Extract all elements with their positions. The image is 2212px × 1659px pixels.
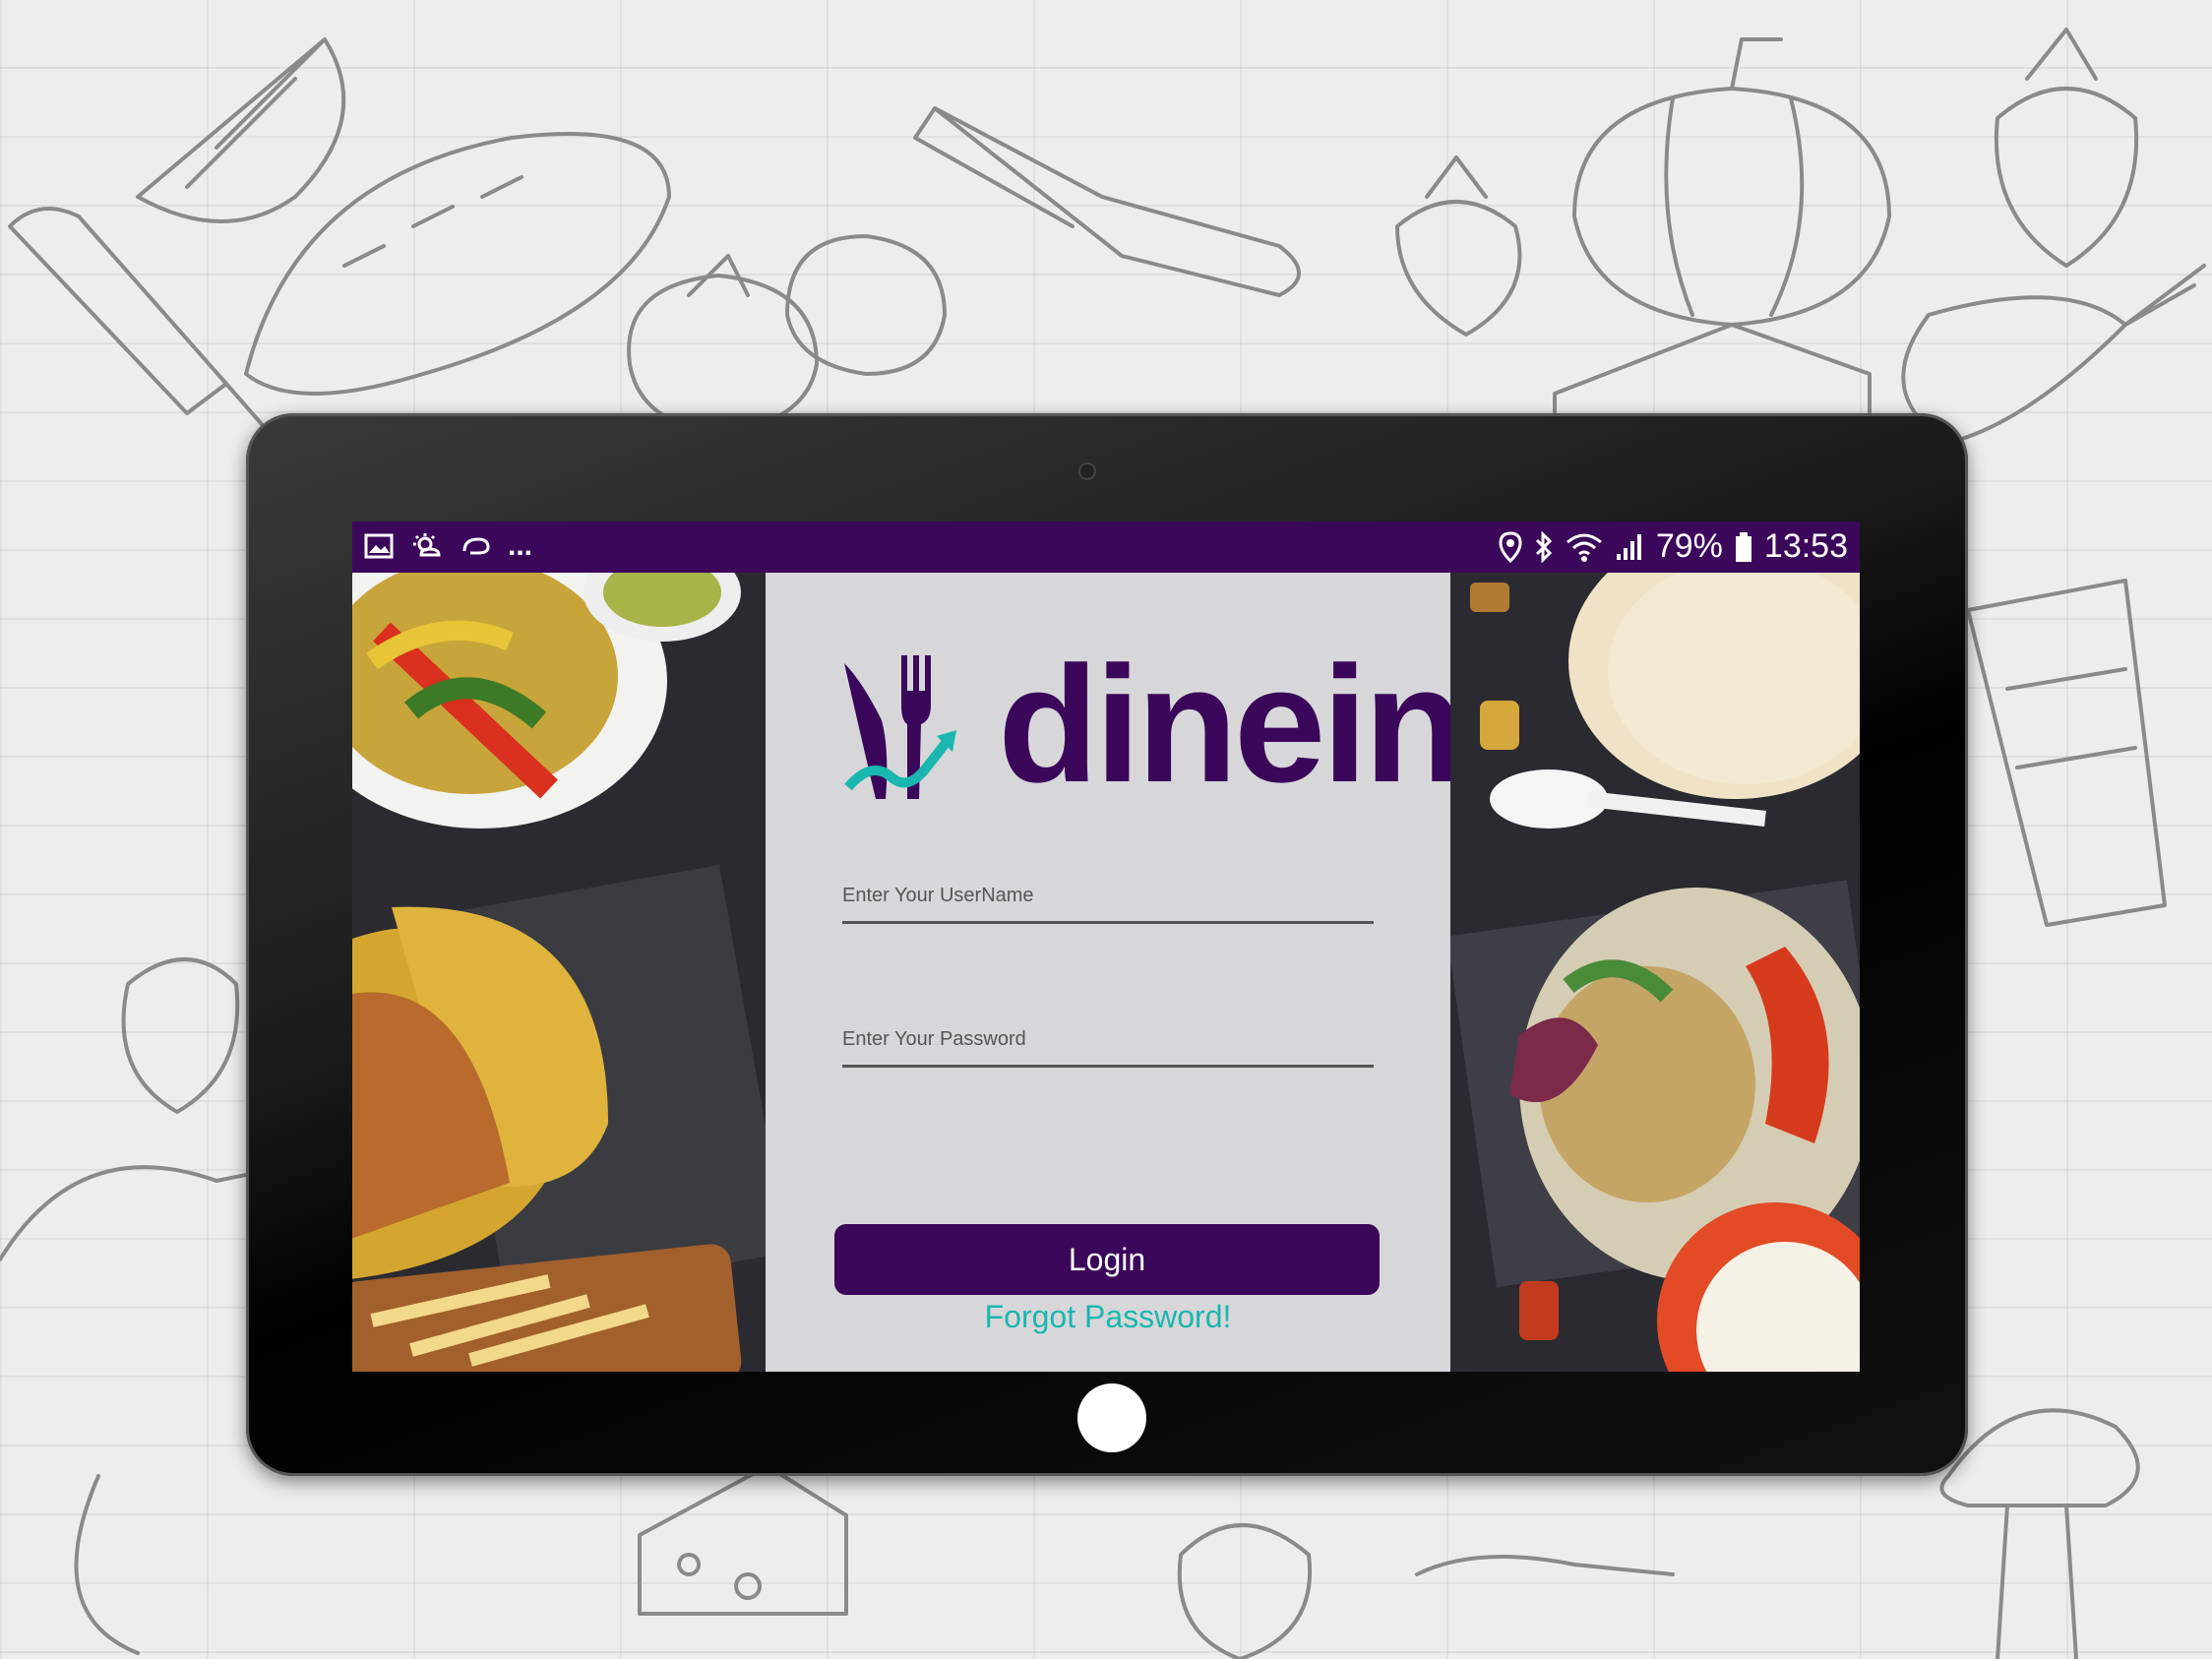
strawberry-doodle-5 [1177, 1523, 1313, 1659]
strawberry-doodle-3 [1994, 28, 2139, 268]
food-photo-left [352, 573, 766, 1372]
image-icon [364, 533, 394, 559]
login-button[interactable]: Login [834, 1224, 1380, 1295]
food-photo-right [1450, 573, 1860, 1372]
status-overflow: ... [508, 529, 533, 562]
wifi-icon [1566, 533, 1602, 562]
username-field[interactable] [842, 876, 1374, 924]
spatula-doodle [913, 106, 1301, 297]
password-input[interactable] [842, 1019, 1374, 1059]
username-input[interactable] [842, 876, 1374, 915]
whisk-doodle [1966, 579, 2167, 927]
status-time: 13:53 [1763, 527, 1848, 565]
home-button[interactable] [1077, 1383, 1146, 1452]
app-logo: dinein [842, 632, 1465, 819]
status-bar: ... 79% 13:53 [352, 522, 1860, 573]
tablet-screen: ... 79% 13:53 dinein Enter Your UserName… [352, 522, 1860, 1372]
cheese-doodle-2 [638, 1464, 848, 1616]
sync-icon [462, 537, 490, 555]
cutlery-icon [844, 655, 956, 799]
tomato-doodle-2 [785, 234, 947, 376]
location-icon [1499, 530, 1522, 563]
bread-doodle [244, 132, 671, 396]
strawberry-doodle [1395, 155, 1522, 337]
strawberry-doodle-4 [121, 957, 240, 1114]
forgot-password-link[interactable]: Forgot Password! [766, 1299, 1450, 1335]
knife-doodle-2 [1415, 1555, 1675, 1576]
mushroom-doodle [1939, 1408, 2140, 1659]
carrot-doodle [1901, 264, 2206, 445]
knife-doodle [8, 207, 297, 464]
lemon-doodle [136, 37, 346, 223]
weather-icon [413, 533, 441, 557]
app-logo-text: dinein [998, 632, 1465, 817]
bluetooth-icon [1535, 530, 1552, 563]
signal-icon [1616, 533, 1641, 560]
login-panel: dinein Login Forgot Password! [766, 573, 1465, 1372]
pumpkin-doodle [1572, 37, 1891, 327]
password-field[interactable] [842, 1019, 1374, 1068]
sensor-icon [1118, 468, 1126, 476]
tomato-doodle [627, 254, 819, 435]
camera-icon [1080, 464, 1094, 478]
battery-icon [1735, 531, 1751, 562]
battery-percent: 79% [1655, 527, 1723, 565]
